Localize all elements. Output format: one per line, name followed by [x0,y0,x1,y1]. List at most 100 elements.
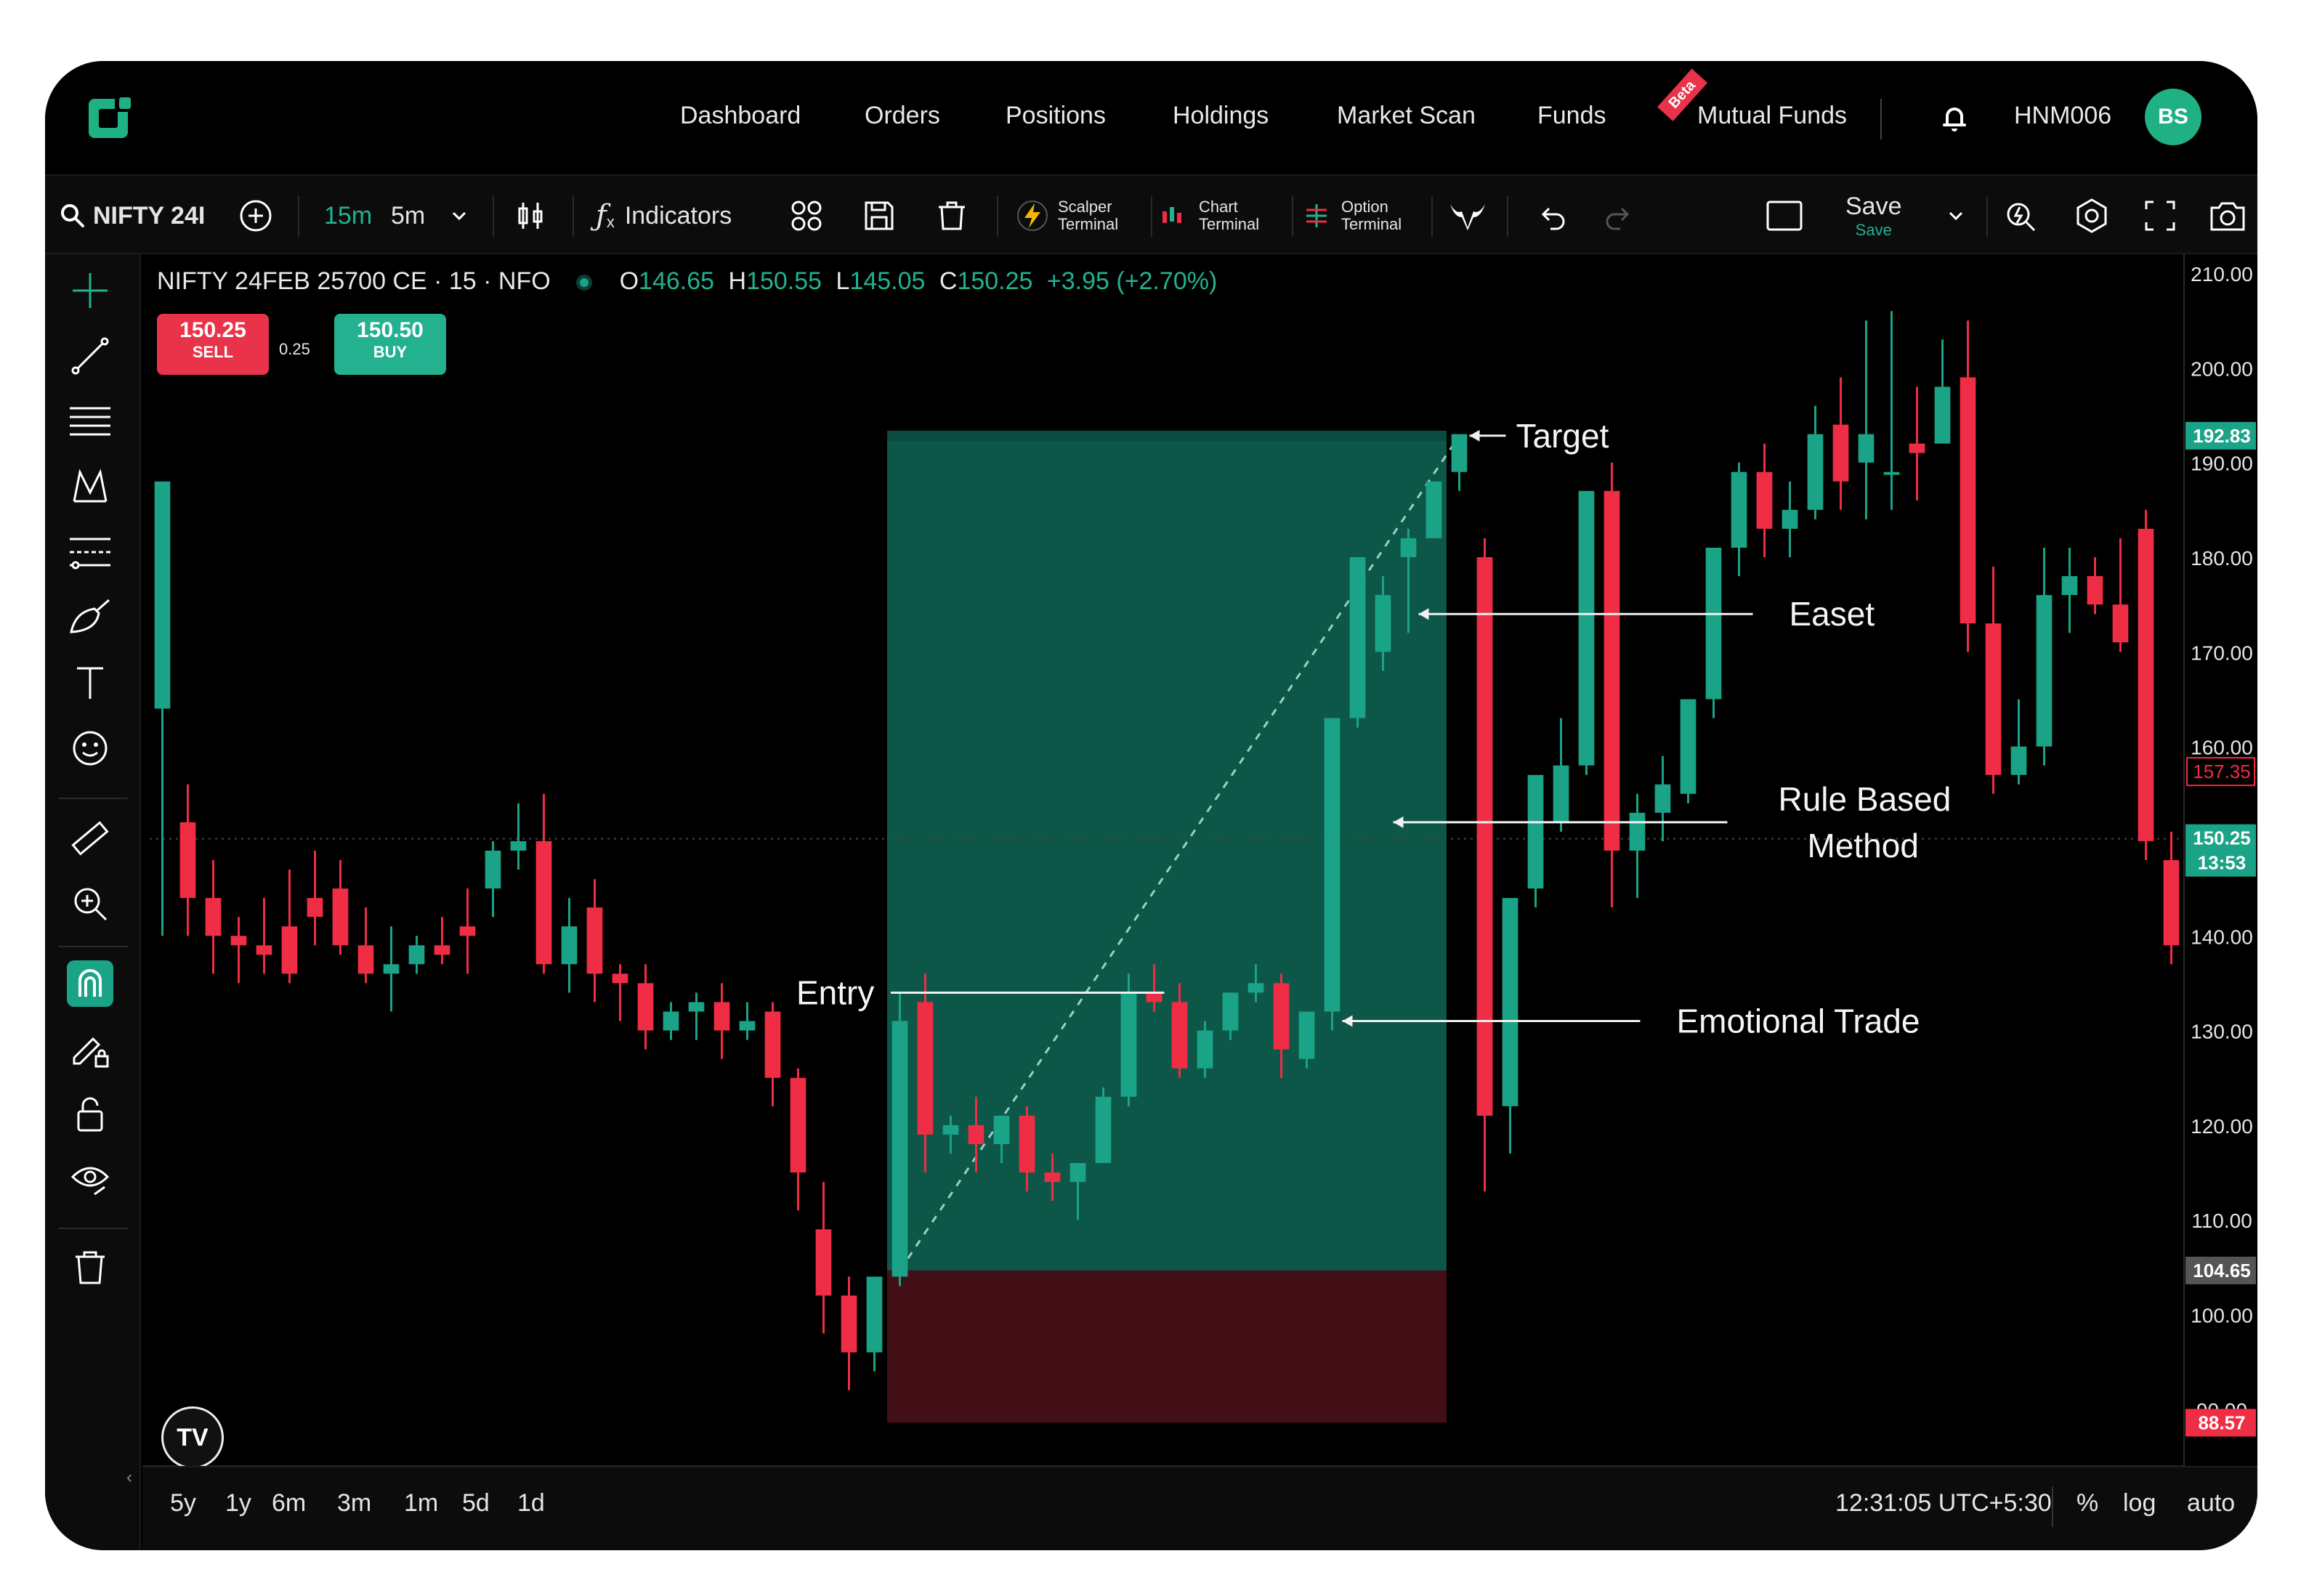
avatar[interactable]: BS [2145,89,2201,145]
candle-body [1553,765,1569,822]
trash-icon [76,1251,105,1284]
candle-body [1883,471,1900,475]
price-label-time: 13:53 [2198,852,2247,874]
change-value: +3.95 (+2.70%) [1046,267,1218,295]
fullscreen-button[interactable] [2143,176,2177,256]
interval-dropdown[interactable] [449,176,469,256]
fullscreen-layout-button[interactable] [1766,176,1803,256]
nav-mutual-funds[interactable]: Mutual Funds [1697,102,1847,130]
collapse-toolbar-icon[interactable]: ‹ [126,1467,132,1488]
bell-icon[interactable] [1937,100,1972,135]
candle-body [1629,812,1646,851]
horizontal-lines-icon [70,407,110,436]
range-1d[interactable]: 1d [517,1489,545,1518]
emoji-tool[interactable] [67,725,113,771]
y-tick-label: 170.00 [2191,641,2253,664]
buy-button[interactable]: 150.50 BUY [334,314,446,375]
zoom-tool[interactable] [67,880,113,927]
magnet-tool[interactable] [67,960,113,1007]
trend-line-icon [71,337,109,375]
y-tick-label: 130.00 [2191,1021,2253,1043]
y-tick-label: 200.00 [2191,357,2253,380]
text-tool[interactable] [67,660,113,706]
trend-line-tool[interactable] [67,333,113,379]
camera-icon [2210,202,2245,231]
hide-drawings-tool[interactable] [67,1157,113,1203]
candles-icon [518,203,543,229]
nav-holdings[interactable]: Holdings [1173,102,1269,130]
crosshair-tool[interactable] [67,267,113,314]
candle-body [942,1125,959,1135]
range-1m[interactable]: 1m [404,1489,438,1518]
annotation-label: Rule Based [1779,780,1952,818]
fib-retracement-icon [70,538,110,570]
price-chart[interactable]: Target Easet Rule Based Method Entry Emotiona… [142,254,2257,1550]
pencil-lock-icon [73,1037,109,1068]
candle-body [2010,746,2027,775]
delete-button[interactable] [934,176,969,256]
magnet-icon [78,969,102,997]
scalper-terminal-button[interactable]: Scalper Terminal [1016,176,1118,256]
nav-market-scan[interactable]: Market Scan [1337,102,1476,130]
candle-body [968,1125,984,1144]
range-1y[interactable]: 1y [225,1489,251,1518]
nav-dashboard[interactable]: Dashboard [680,102,801,130]
candle-body [1273,983,1290,1050]
fib-tool[interactable] [67,529,113,575]
interval-5m[interactable]: 5m [391,176,425,256]
nav-funds[interactable]: Funds [1537,102,1606,130]
candle-body [1247,983,1264,993]
candle-body [408,945,425,965]
range-3m[interactable]: 3m [337,1489,371,1518]
symbol-search[interactable]: NIFTY 24I [58,176,205,256]
lock-all-tool[interactable] [67,1091,113,1138]
pattern-tool[interactable] [67,463,113,510]
chart-type-button[interactable] [513,176,548,256]
candle-body [1807,434,1824,510]
zoom-in-icon [74,888,108,921]
nav-positions[interactable]: Positions [1006,102,1106,130]
screenshot-button[interactable] [2209,176,2247,256]
range-5y[interactable]: 5y [170,1489,196,1518]
candle-body [790,1077,806,1173]
lock-drawing-tool[interactable] [67,1026,113,1072]
eye-icon [70,1167,110,1196]
interval-15m[interactable]: 15m [324,176,372,256]
chart-terminal-button[interactable]: Chart Terminal [1160,176,1259,256]
chevron-down-icon [1949,211,1963,221]
clock-time[interactable]: 12:31:05 UTC+5:30 [1835,1489,2052,1518]
bull-button[interactable] [1447,176,1488,256]
save-layout-button[interactable] [862,176,897,256]
candle-body [1298,1011,1315,1059]
save-dropdown[interactable] [1946,176,1966,256]
measure-tool[interactable] [67,815,113,862]
candle-body [281,926,298,974]
brush-tool[interactable] [67,594,113,641]
remove-drawings-tool[interactable] [67,1244,113,1290]
range-5d[interactable]: 5d [462,1489,490,1518]
sell-button[interactable]: 150.25 SELL [157,314,269,375]
layouts-button[interactable] [789,176,824,256]
candle-body [1578,490,1595,766]
percent-toggle[interactable]: % [2076,1489,2098,1518]
quick-search-button[interactable] [2004,176,2039,256]
auto-toggle[interactable]: auto [2187,1489,2235,1518]
log-toggle[interactable]: log [2123,1489,2156,1518]
chart-area[interactable]: Target Easet Rule Based Method Entry Emotiona… [142,254,2257,1550]
option-terminal-button[interactable]: Option Terminal [1302,176,1402,256]
horizontal-lines-tool[interactable] [67,398,113,445]
user-id[interactable]: HNM006 [2014,102,2111,130]
redo-button[interactable] [1603,176,1635,256]
save-button[interactable]: Save Save [1845,176,1902,256]
indicators-button[interactable]: ƒ x Indicators [596,176,732,256]
candle-body [459,926,476,936]
compare-button[interactable] [238,176,273,256]
app-logo-icon[interactable] [87,93,134,139]
redo-icon [1606,207,1630,230]
settings-button[interactable] [2074,176,2110,256]
undo-button[interactable] [1536,176,1568,256]
nav-orders[interactable]: Orders [865,102,940,130]
range-6m[interactable]: 6m [272,1489,306,1518]
tradingview-logo[interactable]: TV [161,1406,224,1469]
candle-body [1019,1115,1035,1173]
